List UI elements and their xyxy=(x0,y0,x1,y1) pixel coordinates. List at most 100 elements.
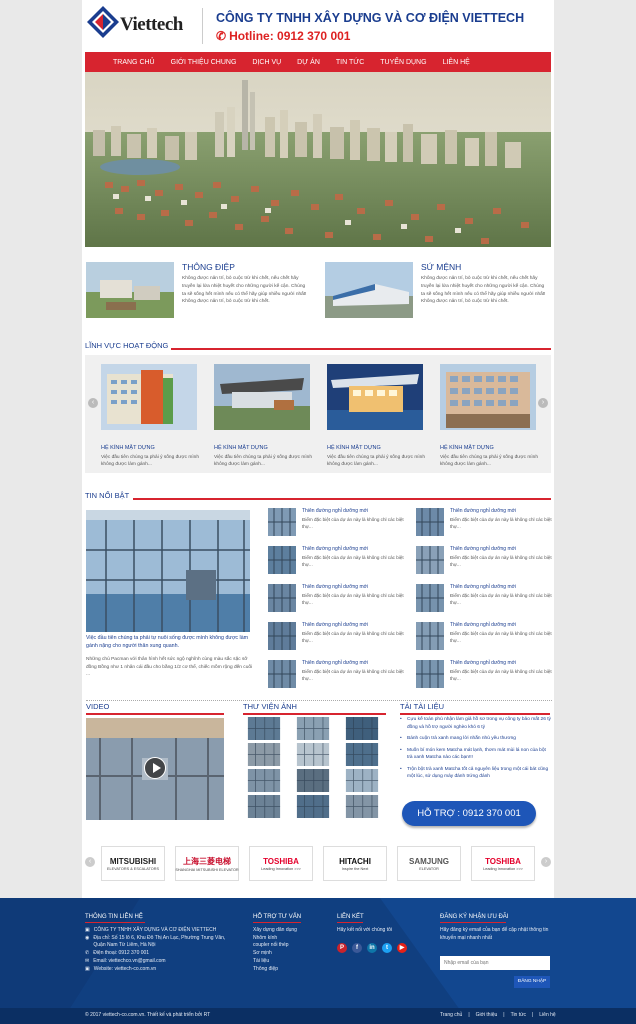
news-list-item[interactable]: Thiên đường nghỉ dưỡng mới Điểm đặc biệt … xyxy=(416,584,562,614)
linh-vuc-image[interactable] xyxy=(327,364,423,430)
linh-vuc-item[interactable]: HỆ KÍNH MẶT DỰNG Việc đầu tiên chúng ta … xyxy=(327,364,425,468)
linh-vuc-item[interactable]: HỆ KÍNH MẶT DỰNG Việc đầu tiên chúng ta … xyxy=(440,364,538,468)
linh-vuc-image[interactable] xyxy=(214,364,310,430)
footer-support-link[interactable]: Thông điệp xyxy=(253,966,297,974)
footer-website[interactable]: Website: viettech-co.com.vn xyxy=(94,966,156,974)
news-list-item[interactable]: Thiên đường nghỉ dưỡng mới Điểm đặc biệt … xyxy=(268,584,414,614)
linh-vuc-item-title[interactable]: HỆ KÍNH MẶT DỰNG xyxy=(101,445,199,451)
footer-bottom-link-about[interactable]: Giới thiệu xyxy=(476,1012,498,1020)
news-thumbnail[interactable] xyxy=(268,508,296,536)
linh-vuc-item[interactable]: HỆ KÍNH MẶT DỰNG Việc đầu tiên chúng ta … xyxy=(101,364,199,468)
nav-item-projects[interactable]: DỰ ÁN xyxy=(289,59,328,66)
docs-item[interactable]: Muốn bí món kem Matcha mát lạnh, thơm má… xyxy=(400,747,552,762)
gallery-thumbnail[interactable] xyxy=(243,717,285,740)
gallery-thumbnail[interactable] xyxy=(243,795,285,818)
carousel-prev-icon[interactable]: ‹ xyxy=(88,398,98,408)
mission-thumbnail[interactable] xyxy=(325,262,413,318)
gallery-thumbnail[interactable] xyxy=(292,743,334,766)
nav-item-careers[interactable]: TUYỂN DỤNG xyxy=(372,59,434,66)
newsletter-email-input[interactable] xyxy=(440,956,550,970)
news-item-title[interactable]: Thiên đường nghỉ dưỡng mới xyxy=(302,660,368,666)
footer-support-link[interactable]: Tài liệu xyxy=(253,958,297,966)
gallery-thumbnail[interactable] xyxy=(341,795,383,818)
news-item-title[interactable]: Thiên đường nghỉ dưỡng mới xyxy=(450,584,516,590)
news-item-title[interactable]: Thiên đường nghỉ dưỡng mới xyxy=(450,546,516,552)
youtube-icon[interactable]: ▶ xyxy=(397,943,407,953)
news-list-item[interactable]: Thiên đường nghỉ dưỡng mới Điểm đặc biệt … xyxy=(416,508,562,538)
footer-bottom-link-home[interactable]: Trang chủ xyxy=(440,1012,462,1020)
facebook-icon[interactable]: f xyxy=(352,943,362,953)
news-item-title[interactable]: Thiên đường nghỉ dưỡng mới xyxy=(302,622,368,628)
gallery-thumbnail[interactable] xyxy=(341,743,383,766)
carousel-next-icon[interactable]: › xyxy=(538,398,548,408)
news-list-item[interactable]: Thiên đường nghỉ dưỡng mới Điểm đặc biệt … xyxy=(268,622,414,652)
news-thumbnail[interactable] xyxy=(268,622,296,650)
linh-vuc-image[interactable] xyxy=(440,364,536,430)
docs-item[interactable]: Bánh cuộn trà xanh mang lời nhắn nhủ yêu… xyxy=(400,735,552,743)
gallery-thumbnail[interactable] xyxy=(243,743,285,766)
news-list-item[interactable]: Thiên đường nghỉ dưỡng mới Điểm đặc biệt … xyxy=(416,622,562,652)
news-thumbnail[interactable] xyxy=(268,546,296,574)
docs-item[interactable]: Cựu kế toán phủ nhận làm giả hồ sơ trong… xyxy=(400,716,552,731)
gallery-thumbnail[interactable] xyxy=(243,769,285,792)
mission-title[interactable]: SỨ MỆNH xyxy=(421,262,461,272)
partners-prev-icon[interactable]: ‹ xyxy=(85,857,95,867)
gallery-thumbnail[interactable] xyxy=(292,769,334,792)
partner-logo[interactable]: HITACHI Inspire the Next xyxy=(323,846,387,881)
gallery-thumbnail[interactable] xyxy=(292,795,334,818)
nav-item-services[interactable]: DỊCH VỤ xyxy=(244,59,289,66)
featured-news-title[interactable]: Việc đầu tiên chúng ta phải tự nuôi sống… xyxy=(86,634,254,650)
news-thumbnail[interactable] xyxy=(268,584,296,612)
news-list-item[interactable]: Thiên đường nghỉ dưỡng mới Điểm đặc biệt … xyxy=(268,508,414,538)
gallery-thumbnail[interactable] xyxy=(341,717,383,740)
partner-logo[interactable]: SAMJUNG ELEVATOR xyxy=(397,846,461,881)
message-title[interactable]: THÔNG ĐIỆP xyxy=(182,262,235,272)
news-item-title[interactable]: Thiên đường nghỉ dưỡng mới xyxy=(450,508,516,514)
footer-support-link[interactable]: Xây dựng dân dụng xyxy=(253,927,297,935)
logo[interactable]: Viettech xyxy=(86,5,198,45)
linh-vuc-item-title[interactable]: HỆ KÍNH MẶT DỰNG xyxy=(214,445,312,451)
news-thumbnail[interactable] xyxy=(416,660,444,688)
partner-logo[interactable]: 上海三菱电梯 SHANGHAI MITSUBISHI ELEVATOR xyxy=(175,846,239,881)
featured-news-image[interactable] xyxy=(86,510,250,632)
footer-support-link[interactable]: coupler nối thép xyxy=(253,942,297,950)
gallery-thumbnail[interactable] xyxy=(292,717,334,740)
news-item-title[interactable]: Thiên đường nghỉ dưỡng mới xyxy=(450,622,516,628)
nav-item-contact[interactable]: LIÊN HỆ xyxy=(435,59,478,66)
linh-vuc-item-title[interactable]: HỆ KÍNH MẶT DỰNG xyxy=(440,445,538,451)
news-thumbnail[interactable] xyxy=(416,584,444,612)
news-list-item[interactable]: Thiên đường nghỉ dưỡng mới Điểm đặc biệt … xyxy=(416,660,562,690)
news-thumbnail[interactable] xyxy=(416,546,444,574)
twitter-icon[interactable]: t xyxy=(382,943,392,953)
footer-bottom-link-news[interactable]: Tin tức xyxy=(511,1012,526,1020)
video-player[interactable] xyxy=(86,718,224,820)
partner-logo[interactable]: TOSHIBA Leading Innovation >>> xyxy=(471,846,535,881)
news-list-item[interactable]: Thiên đường nghỉ dưỡng mới Điểm đặc biệt … xyxy=(268,660,414,690)
news-list-item[interactable]: Thiên đường nghỉ dưỡng mới Điểm đặc biệt … xyxy=(416,546,562,576)
linh-vuc-item[interactable]: HỆ KÍNH MẶT DỰNG Việc đầu tiên chúng ta … xyxy=(214,364,312,468)
support-hotline-button[interactable]: HỖ TRỢ : 0912 370 001 xyxy=(402,801,536,826)
news-thumbnail[interactable] xyxy=(416,622,444,650)
nav-item-home[interactable]: TRANG CHỦ xyxy=(105,59,163,66)
hotline[interactable]: ✆ Hotline: 0912 370 001 xyxy=(216,29,350,43)
partner-logo[interactable]: TOSHIBA Leading Innovation >>> xyxy=(249,846,313,881)
pinterest-icon[interactable]: P xyxy=(337,943,347,953)
news-item-title[interactable]: Thiên đường nghỉ dưỡng mới xyxy=(302,546,368,552)
footer-support-link[interactable]: Nhôm kính xyxy=(253,935,297,943)
news-item-title[interactable]: Thiên đường nghỉ dưỡng mới xyxy=(302,508,368,514)
gallery-thumbnail[interactable] xyxy=(341,769,383,792)
news-list-item[interactable]: Thiên đường nghỉ dưỡng mới Điểm đặc biệt … xyxy=(268,546,414,576)
partners-next-icon[interactable]: › xyxy=(541,857,551,867)
footer-bottom-link-contact[interactable]: Liên hệ xyxy=(539,1012,555,1020)
nav-item-news[interactable]: TIN TỨC xyxy=(328,59,372,66)
news-thumbnail[interactable] xyxy=(268,660,296,688)
news-item-title[interactable]: Thiên đường nghỉ dưỡng mới xyxy=(450,660,516,666)
linkedin-icon[interactable]: in xyxy=(367,943,377,953)
partner-logo[interactable]: MITSUBISHI ELEVATORS & ESCALATORS xyxy=(101,846,165,881)
linh-vuc-item-title[interactable]: HỆ KÍNH MẶT DỰNG xyxy=(327,445,425,451)
news-thumbnail[interactable] xyxy=(416,508,444,536)
newsletter-subscribe-button[interactable]: ĐĂNG NHẬP xyxy=(514,976,550,988)
footer-support-link[interactable]: Sơ mịnh xyxy=(253,950,297,958)
nav-item-about[interactable]: GIỚI THIỆU CHUNG xyxy=(163,59,245,66)
docs-item[interactable]: Trộn bột trà xanh Matcha tốt cả nguyên l… xyxy=(400,766,552,781)
